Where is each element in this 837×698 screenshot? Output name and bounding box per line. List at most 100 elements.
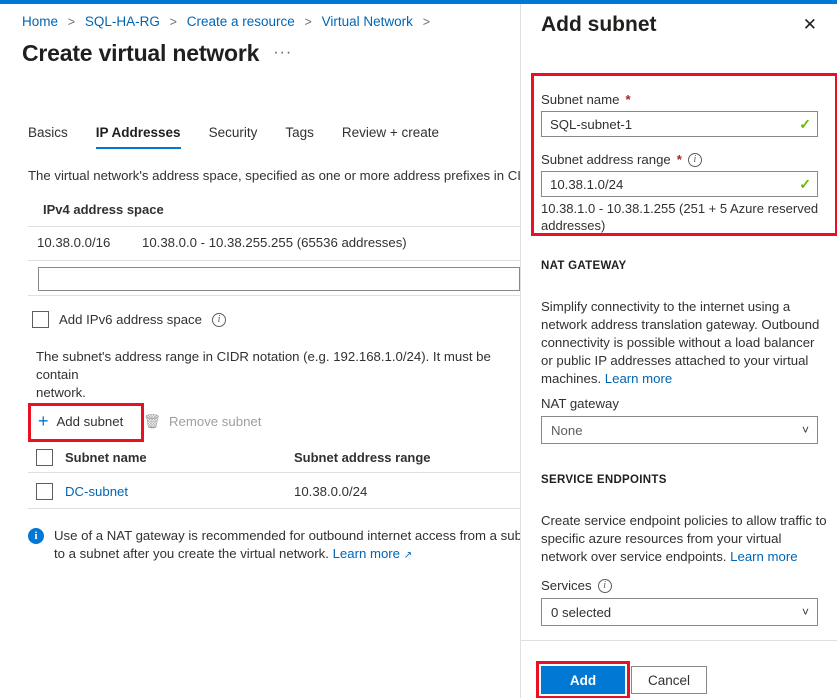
subnet-name-label: Subnet name	[541, 92, 619, 107]
more-options-icon[interactable]: ···	[273, 45, 292, 61]
add-ipv6-label: Add IPv6 address space	[59, 312, 202, 327]
services-field-label: Services i	[541, 578, 612, 593]
nat-gateway-selected-value: None	[551, 423, 583, 438]
subnet-address-range-input[interactable]: 10.38.1.0/24 ✓	[541, 171, 818, 197]
chevron-down-icon: ˅	[802, 423, 809, 437]
add-ipv6-checkbox[interactable]	[32, 311, 49, 328]
breadcrumb-separator: >	[423, 15, 430, 29]
select-subnet-checkbox[interactable]	[36, 483, 53, 500]
ipv4-address-space-header: IPv4 address space	[43, 202, 164, 217]
divider	[28, 260, 520, 261]
info-icon[interactable]: i	[598, 579, 612, 593]
subnet-name-link[interactable]: DC-subnet	[65, 484, 128, 499]
subnet-table-header-name: Subnet name	[36, 449, 294, 466]
nat-gateway-label: NAT gateway	[541, 396, 619, 411]
breadcrumb-item-home[interactable]: Home	[22, 14, 58, 29]
page-title: Create virtual network	[22, 40, 259, 67]
checkmark-icon: ✓	[799, 176, 811, 193]
service-endpoints-paragraph-line1: Create service endpoint policies to allo…	[541, 513, 827, 528]
subnet-row-name-cell: DC-subnet	[36, 483, 294, 500]
subnet-range-description: The subnet's address range in CIDR notat…	[36, 348, 520, 402]
external-link-icon: ↗	[404, 550, 412, 561]
nat-gateway-paragraph-line1: Simplify connectivity to the internet us…	[541, 299, 790, 314]
divider	[28, 472, 520, 473]
breadcrumb-item-create-a-resource[interactable]: Create a resource	[187, 14, 295, 29]
required-marker: *	[677, 152, 682, 167]
panel-header: Add subnet ✕	[541, 12, 823, 37]
add-subnet-label: Add subnet	[57, 414, 124, 429]
subnet-address-range-label-row: Subnet address range * i	[541, 152, 702, 167]
nat-gateway-dropdown[interactable]: None ˅	[541, 416, 818, 444]
nat-gateway-paragraph-line2: network address translation gateway. Out…	[541, 317, 819, 332]
service-endpoints-paragraph: Create service endpoint policies to allo…	[541, 512, 829, 566]
remove-subnet-button[interactable]: 🗑 Remove subnet	[133, 406, 271, 437]
service-endpoints-learn-more-link[interactable]: Learn more	[730, 549, 797, 564]
breadcrumb-item-virtual-network[interactable]: Virtual Network	[322, 14, 413, 29]
subnet-name-label-row: Subnet name *	[541, 92, 631, 107]
subnet-table-header: Subnet name Subnet address range	[36, 449, 520, 466]
screen-root: Home > SQL-HA-RG > Create a resource > V…	[0, 0, 837, 698]
nat-gateway-paragraph: Simplify connectivity to the internet us…	[541, 298, 826, 388]
subnet-name-input[interactable]: SQL-subnet-1 ✓	[541, 111, 818, 137]
chevron-down-icon: ˅	[802, 605, 809, 619]
subnet-range-description-line1: The subnet's address range in CIDR notat…	[36, 349, 491, 382]
divider	[28, 226, 520, 227]
info-banner-line2: to a subnet after you create the virtual…	[54, 546, 329, 561]
service-endpoints-section-title: SERVICE ENDPOINTS	[541, 474, 667, 486]
select-all-subnets-checkbox[interactable]	[36, 449, 53, 466]
close-icon[interactable]: ✕	[797, 12, 823, 37]
add-subnet-panel: Add subnet ✕ Subnet name * SQL-subnet-1 …	[520, 4, 837, 698]
info-filled-icon: i	[28, 528, 44, 544]
breadcrumb-item-resource-group[interactable]: SQL-HA-RG	[85, 14, 160, 29]
tab-review-create[interactable]: Review + create	[328, 125, 453, 149]
info-banner-text: Use of a NAT gateway is recommended for …	[54, 527, 520, 565]
column-header-subnet-address-range: Subnet address range	[294, 450, 494, 465]
tab-tags[interactable]: Tags	[271, 125, 328, 149]
add-subnet-button[interactable]: + Add subnet	[28, 404, 133, 438]
subnet-row-range-cell: 10.38.0.0/24	[294, 484, 494, 499]
add-button[interactable]: Add	[541, 666, 625, 694]
add-ipv6-address-space-row: Add IPv6 address space i	[32, 311, 226, 328]
subnet-address-range-help: 10.38.1.0 - 10.38.1.255 (251 + 5 Azure r…	[541, 200, 826, 234]
nat-gateway-paragraph-line4: public IP addresses attached to your vir…	[556, 353, 808, 368]
services-label: Services	[541, 578, 592, 593]
subnet-command-bar: + Add subnet 🗑 Remove subnet	[28, 404, 271, 438]
tab-strip: Basics IP Addresses Security Tags Review…	[24, 125, 453, 149]
table-row: DC-subnet 10.38.0.0/24	[36, 483, 520, 500]
nat-gateway-learn-more-link[interactable]: Learn more	[605, 371, 672, 386]
tab-security[interactable]: Security	[195, 125, 272, 149]
nat-gateway-field-label: NAT gateway	[541, 396, 619, 411]
tab-ip-addresses[interactable]: IP Addresses	[82, 125, 195, 149]
required-marker: *	[625, 92, 630, 107]
address-space-description: The virtual network's address space, spe…	[28, 167, 520, 184]
subnet-address-range-label: Subnet address range	[541, 152, 671, 167]
cancel-button[interactable]: Cancel	[631, 666, 707, 694]
service-endpoints-paragraph-line3: over service endpoints.	[591, 549, 727, 564]
tab-basics[interactable]: Basics	[24, 125, 82, 149]
info-icon[interactable]: i	[212, 313, 226, 327]
new-address-space-input[interactable]	[38, 267, 520, 291]
divider	[28, 508, 520, 509]
ipv4-range-value: 10.38.0.0 - 10.38.255.255 (65536 address…	[142, 235, 407, 250]
subnet-name-value: SQL-subnet-1	[550, 117, 632, 132]
nat-gateway-section-title: NAT GATEWAY	[541, 260, 627, 272]
trash-icon: 🗑	[143, 414, 161, 428]
info-icon[interactable]: i	[688, 153, 702, 167]
breadcrumb-separator: >	[170, 15, 177, 29]
ipv4-cidr-value: 10.38.0.0/16	[37, 235, 142, 250]
nat-gateway-info-banner: i Use of a NAT gateway is recommended fo…	[28, 527, 520, 565]
info-banner-learn-more-link[interactable]: Learn more	[333, 546, 400, 561]
subnet-range-help-line2: addresses)	[541, 218, 605, 233]
services-dropdown[interactable]: 0 selected ˅	[541, 598, 818, 626]
nat-gateway-paragraph-line5: machines.	[541, 371, 601, 386]
breadcrumb-separator: >	[305, 15, 312, 29]
checkmark-icon: ✓	[799, 116, 811, 133]
breadcrumb-separator: >	[68, 15, 75, 29]
info-banner-line1: Use of a NAT gateway is recommended for …	[54, 528, 520, 543]
breadcrumb: Home > SQL-HA-RG > Create a resource > V…	[22, 14, 436, 29]
divider	[28, 295, 520, 296]
page-title-row: Create virtual network ···	[22, 40, 292, 67]
subnet-address-range-value: 10.38.1.0/24	[550, 177, 623, 192]
create-virtual-network-pane: Home > SQL-HA-RG > Create a resource > V…	[0, 4, 520, 698]
subnet-range-description-line2: network.	[36, 384, 520, 402]
